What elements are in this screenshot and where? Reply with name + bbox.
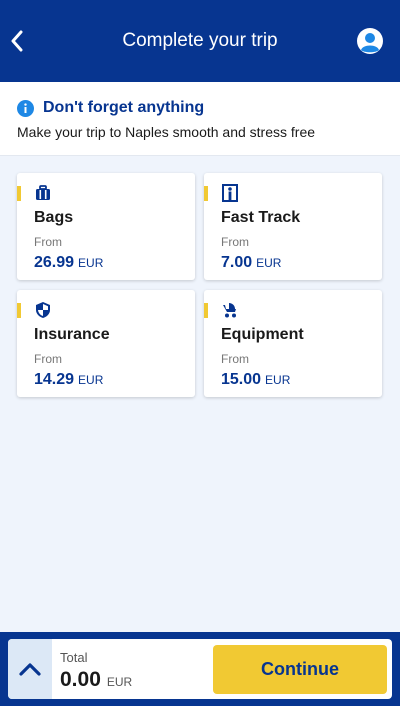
total-currency: EUR xyxy=(106,675,133,689)
luggage-icon xyxy=(36,185,50,200)
card-title: Fast Track xyxy=(221,209,301,226)
info-icon xyxy=(17,99,34,117)
total-panel: Total 0.00 EUR Continue xyxy=(8,639,392,699)
continue-button[interactable]: Continue xyxy=(213,645,387,694)
card-from-label: From xyxy=(221,352,249,366)
stroller-icon xyxy=(223,303,236,318)
card-price: 26.99 xyxy=(34,254,75,271)
app-header: Complete your trip xyxy=(0,0,400,82)
page-title: Complete your trip xyxy=(122,30,278,51)
card-accent xyxy=(204,303,208,318)
profile-button[interactable] xyxy=(356,27,384,55)
card-currency: EUR xyxy=(78,373,104,387)
shield-icon xyxy=(36,302,50,318)
card-accent xyxy=(17,303,21,318)
checkout-footer: Total 0.00 EUR Continue xyxy=(0,632,400,706)
fast-track-gate-icon xyxy=(222,184,238,202)
chevron-up-icon xyxy=(19,663,41,676)
card-from-label: From xyxy=(34,352,62,366)
card-currency: EUR xyxy=(78,256,104,270)
expand-total-button[interactable] xyxy=(8,639,52,699)
user-avatar-icon xyxy=(357,28,383,54)
card-accent xyxy=(204,186,208,201)
card-accent xyxy=(17,186,21,201)
total-value: 0.00 xyxy=(60,668,101,691)
banner-subtitle: Make your trip to Naples smooth and stre… xyxy=(17,124,316,140)
extra-card-bags[interactable]: Bags From 26.99 EUR xyxy=(17,173,195,280)
card-from-label: From xyxy=(221,235,249,249)
card-price: 15.00 xyxy=(221,371,262,388)
extra-card-fast-track[interactable]: Fast Track From 7.00 EUR xyxy=(204,173,382,280)
card-title: Insurance xyxy=(34,326,110,343)
banner-title: Don't forget anything xyxy=(43,99,205,116)
card-currency: EUR xyxy=(256,256,282,270)
card-title: Bags xyxy=(34,209,74,226)
card-currency: EUR xyxy=(265,373,291,387)
card-title: Equipment xyxy=(221,326,304,343)
extra-card-equipment[interactable]: Equipment From 15.00 EUR xyxy=(204,290,382,397)
total-label: Total xyxy=(60,650,88,665)
reminder-banner: Don't forget anything Make your trip to … xyxy=(0,82,400,156)
card-from-label: From xyxy=(34,235,62,249)
card-price: 14.29 xyxy=(34,371,75,388)
extra-card-insurance[interactable]: Insurance From 14.29 EUR xyxy=(17,290,195,397)
card-price: 7.00 xyxy=(221,254,253,271)
